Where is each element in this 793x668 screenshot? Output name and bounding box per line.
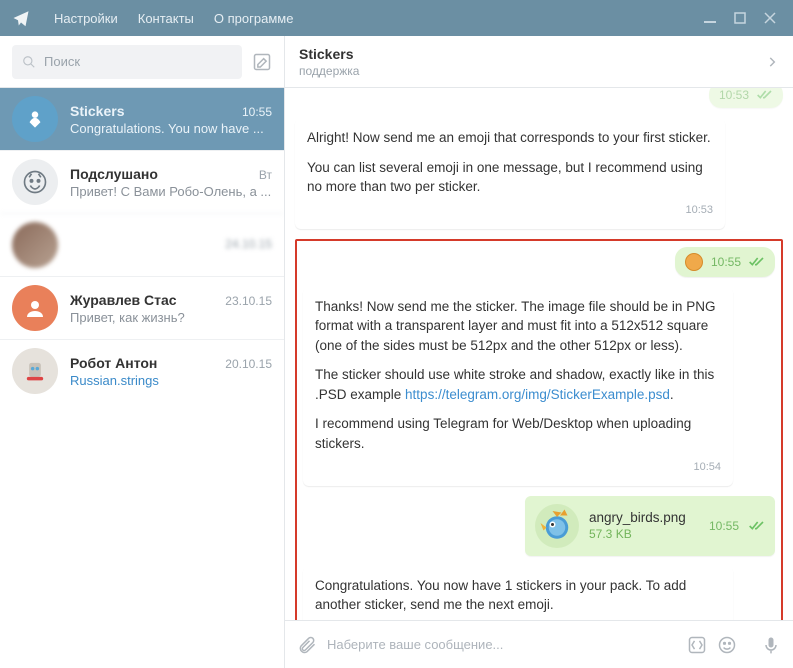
- emoji-icon[interactable]: [717, 635, 737, 655]
- chat-name: Подслушано: [70, 166, 253, 182]
- message-text: I recommend using Telegram for Web/Deskt…: [315, 414, 721, 453]
- chat-item-stickers[interactable]: Stickers 10:55 Congratulations. You now …: [0, 88, 284, 150]
- chat-item[interactable]: Робот Антон 20.10.15 Russian.strings: [0, 339, 284, 402]
- search-icon: [22, 55, 36, 69]
- read-ticks-icon: [749, 520, 765, 532]
- message-text: The sticker should use white stroke and …: [315, 365, 721, 404]
- chat-item[interactable]: Журавлев Стас 23.10.15 Привет, как жизнь…: [0, 276, 284, 339]
- close-button[interactable]: [755, 12, 785, 24]
- read-ticks-icon: [757, 89, 773, 101]
- highlight-region: 10:55 Thanks! Now send me the sticker. T…: [295, 239, 783, 620]
- messages-area[interactable]: 10:53 Alright! Now send me an emoji that…: [285, 88, 793, 620]
- sidebar: Поиск Stickers 10:55: [0, 36, 285, 668]
- chat-time: 20.10.15: [225, 357, 272, 371]
- chat-time: 23.10.15: [225, 294, 272, 308]
- microphone-icon[interactable]: [761, 634, 781, 656]
- chat-preview: Russian.strings: [70, 373, 272, 388]
- message-text: Congratulations. You now have 1 stickers…: [315, 576, 721, 615]
- message-time: 10:55: [711, 255, 741, 269]
- message-time: 10:55: [709, 519, 739, 533]
- compose-icon[interactable]: [252, 52, 272, 72]
- avatar: [12, 222, 58, 268]
- message-time: 10:53: [719, 88, 749, 102]
- emoji-icon: [685, 253, 703, 271]
- incoming-message: Alright! Now send me an emoji that corre…: [295, 118, 725, 229]
- avatar: [12, 159, 58, 205]
- file-size: 57.3 KB: [589, 527, 691, 541]
- outgoing-file-message[interactable]: angry_birds.png 57.3 KB 10:55: [525, 496, 775, 556]
- search-input[interactable]: Поиск: [12, 45, 242, 79]
- avatar: [12, 348, 58, 394]
- chat-preview: Привет! С Вами Робо-Олень, а ...: [70, 184, 272, 199]
- message-composer: Наберите ваше сообщение...: [285, 620, 793, 668]
- composer-placeholder: Наберите ваше сообщение...: [327, 637, 503, 652]
- chat-header: Stickers поддержка: [285, 36, 793, 88]
- message-text: You can list several emoji in one messag…: [307, 158, 713, 197]
- file-name: angry_birds.png: [589, 510, 691, 525]
- telegram-logo-icon: [12, 9, 30, 27]
- message-time: 10:53: [685, 203, 713, 219]
- maximize-button[interactable]: [725, 12, 755, 24]
- incoming-message: Thanks! Now send me the sticker. The ima…: [303, 287, 733, 486]
- previous-out-message: 10:53: [709, 88, 783, 108]
- outgoing-emoji-message: 10:55: [675, 247, 775, 277]
- avatar: [12, 285, 58, 331]
- chat-item[interactable]: 24.10.15: [0, 213, 284, 276]
- chat-name: Робот Антон: [70, 355, 219, 371]
- chat-name: Журавлев Стас: [70, 292, 219, 308]
- search-placeholder: Поиск: [44, 54, 80, 69]
- chat-time: 24.10.15: [225, 237, 272, 251]
- chevron-right-icon[interactable]: [765, 55, 779, 69]
- chat-time: Вт: [259, 168, 272, 182]
- incoming-message: Congratulations. You now have 1 stickers…: [303, 566, 733, 621]
- chat-item[interactable]: Подслушано Вт Привет! С Вами Робо-Олень,…: [0, 150, 284, 213]
- chat-preview: Привет, как жизнь?: [70, 310, 272, 325]
- message-link[interactable]: https://telegram.org/img/StickerExample.…: [405, 387, 670, 402]
- message-time: 10:54: [693, 460, 721, 476]
- minimize-button[interactable]: [695, 12, 725, 24]
- menu-contacts[interactable]: Контакты: [128, 11, 204, 26]
- chat-list: Stickers 10:55 Congratulations. You now …: [0, 88, 284, 668]
- avatar: [12, 96, 58, 142]
- titlebar: Настройки Контакты О программе: [0, 0, 793, 36]
- chat-preview: Congratulations. You now have ...: [70, 121, 272, 136]
- chat-subtitle: поддержка: [299, 64, 359, 78]
- file-thumbnail-icon: [535, 504, 579, 548]
- message-input[interactable]: Наберите ваше сообщение...: [327, 629, 677, 661]
- attach-icon[interactable]: [297, 635, 317, 655]
- command-icon[interactable]: [687, 635, 707, 655]
- menu-about[interactable]: О программе: [204, 11, 304, 26]
- message-text: Thanks! Now send me the sticker. The ima…: [315, 297, 721, 356]
- chat-name: Stickers: [70, 103, 236, 119]
- read-ticks-icon: [749, 256, 765, 268]
- chat-time: 10:55: [242, 105, 272, 119]
- menu-settings[interactable]: Настройки: [44, 11, 128, 26]
- chat-title: Stickers: [299, 46, 359, 62]
- conversation-pane: Stickers поддержка 10:53: [285, 36, 793, 668]
- message-text: Alright! Now send me an emoji that corre…: [307, 128, 713, 148]
